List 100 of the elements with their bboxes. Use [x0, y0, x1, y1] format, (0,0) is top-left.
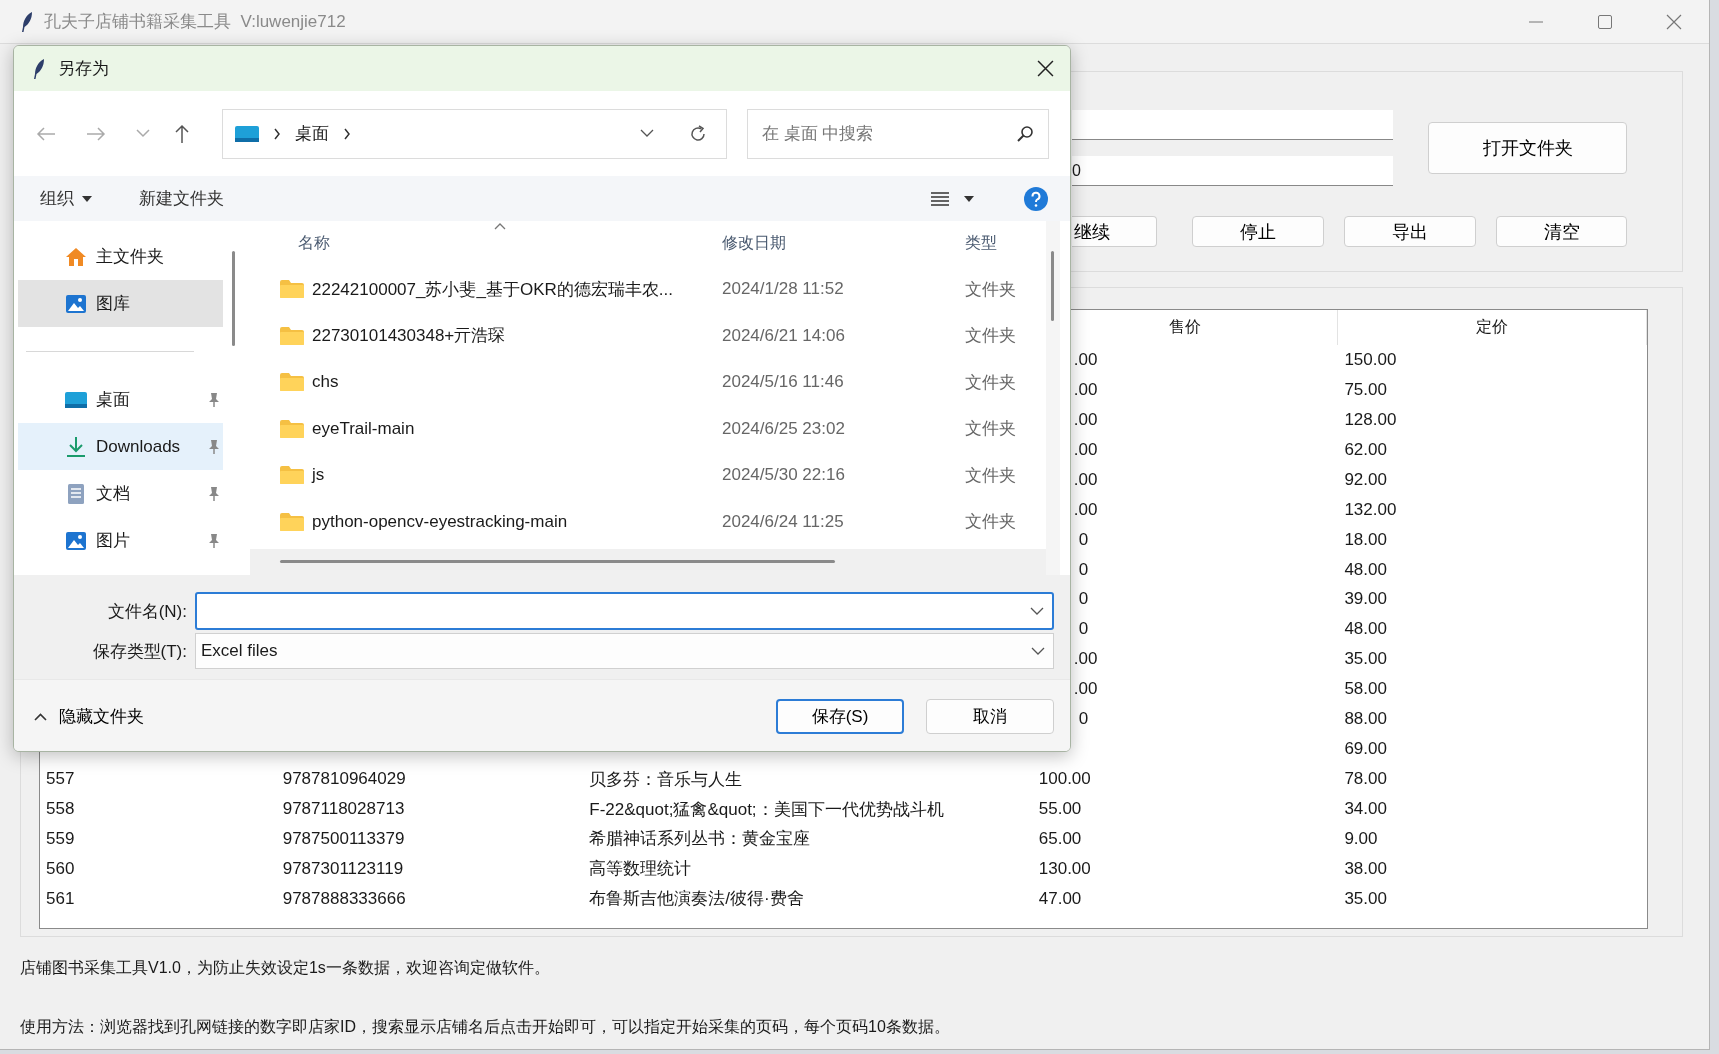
table-cell: 62.00	[1344, 439, 1387, 460]
pin-icon[interactable]	[207, 438, 221, 455]
house-icon	[65, 245, 87, 268]
table-cell: 48.00	[1344, 559, 1387, 580]
save-button[interactable]: 保存(S)	[776, 699, 904, 734]
table-cell: .00	[1073, 409, 1098, 430]
file-row[interactable]: js 2024/5/30 22:16 文件夹	[250, 452, 1046, 499]
table-cell: 39.00	[1344, 589, 1387, 610]
dropdown-triangle-icon[interactable]	[964, 195, 974, 202]
sidebar-item[interactable]: 图片	[18, 517, 223, 564]
sidebar-item[interactable]: Downloads	[18, 423, 223, 470]
table-cell: 18.00	[1344, 529, 1387, 550]
table-cell: 9.00	[1344, 828, 1378, 849]
pin-icon[interactable]	[207, 391, 221, 408]
action-button[interactable]: 清空	[1496, 216, 1627, 247]
sidebar-item[interactable]: 文档	[18, 470, 223, 517]
picture-icon	[65, 529, 87, 552]
table-cell: 130.00	[1038, 858, 1091, 879]
table-cell: 128.00	[1344, 409, 1397, 430]
action-button[interactable]: 导出	[1344, 216, 1476, 247]
column-header[interactable]: 名称	[298, 233, 330, 254]
file-row[interactable]: python-opencv-eyestracking-main 2024/6/24 11:25 文件夹	[250, 498, 1046, 545]
view-list-icon[interactable]	[931, 191, 949, 206]
file-row[interactable]: 22242100007_苏小斐_基于OKR的德宏瑞丰农... 2024/1/28 11:52 文件夹	[250, 266, 1046, 313]
folder-icon	[280, 279, 304, 300]
table-cell: 132.00	[1344, 499, 1397, 520]
column-header[interactable]: 售价	[1169, 317, 1202, 338]
dialog-title: 另存为	[58, 58, 109, 80]
dropdown-triangle-icon	[82, 195, 92, 202]
field-label: 保存类型(T):	[91, 640, 188, 663]
pin-icon[interactable]	[207, 532, 221, 549]
search-field[interactable]: 在 桌面 中搜索	[747, 108, 1049, 159]
scrollbar[interactable]	[1046, 221, 1060, 575]
open-folder-button[interactable]: 打开文件夹	[1428, 122, 1627, 174]
input-field[interactable]	[1072, 110, 1393, 140]
table-cell: 0	[1078, 559, 1089, 580]
table-cell: .00	[1073, 379, 1098, 400]
maximize-icon[interactable]	[1597, 13, 1613, 30]
table-cell: 0	[1078, 619, 1089, 640]
close-icon[interactable]	[1037, 60, 1054, 77]
column-header[interactable]: 修改日期	[722, 233, 786, 254]
table-cell: 35.00	[1344, 888, 1387, 909]
table-cell: .00	[1073, 499, 1098, 520]
download-icon	[65, 435, 87, 458]
table-cell: 65.00	[1038, 828, 1082, 849]
table-cell: 559	[46, 828, 75, 849]
input-field[interactable]: 0	[1072, 156, 1393, 186]
picture-icon	[65, 292, 87, 315]
table-cell: 35.00	[1344, 649, 1387, 670]
table-cell: 0	[1078, 589, 1089, 610]
refresh-icon[interactable]	[688, 123, 708, 144]
cancel-button[interactable]: 取消	[926, 699, 1054, 734]
folder-icon	[280, 511, 304, 532]
hide-folders-toggle[interactable]: 隐藏文件夹	[34, 705, 144, 728]
folder-icon	[280, 465, 304, 486]
pin-icon[interactable]	[207, 485, 221, 502]
table-cell: 560	[46, 858, 75, 879]
feather-icon	[32, 57, 46, 80]
action-button[interactable]: 停止	[1192, 216, 1324, 247]
sidebar-item[interactable]: 图库	[18, 280, 223, 327]
forward-arrow-icon[interactable]	[86, 125, 106, 142]
column-header[interactable]: 类型	[965, 233, 997, 254]
note-text: 使用方法：浏览器找到孔网链接的数字即店家ID，搜索显示店铺名后点击开始即可，可以指定开始采集的页码，每个页码10条数据。	[20, 1017, 951, 1037]
table-cell: .00	[1073, 439, 1098, 460]
table-cell: 557	[46, 769, 75, 790]
sidebar-item[interactable]: 主文件夹	[18, 233, 223, 280]
help-icon[interactable]	[1024, 186, 1048, 211]
file-row[interactable]: chs 2024/5/16 11:46 文件夹	[250, 359, 1046, 406]
filename-field[interactable]	[195, 592, 1054, 630]
new-folder-button[interactable]: 新建文件夹	[139, 187, 224, 210]
scrollbar[interactable]	[250, 549, 1046, 575]
table-cell: .00	[1073, 349, 1098, 370]
table-cell: 75.00	[1344, 379, 1387, 400]
table-cell: .00	[1073, 679, 1098, 700]
organize-menu[interactable]: 组织	[40, 187, 92, 210]
feather-icon	[20, 10, 34, 33]
back-arrow-icon[interactable]	[36, 125, 56, 142]
chevron-right-icon	[343, 127, 351, 140]
table-cell-text: F-22&quot;猛禽&quot;：美国下一代优势战斗机	[589, 798, 944, 821]
file-row[interactable]: 22730101430348+亓浩琛 2024/6/21 14:06 文件夹	[250, 312, 1046, 359]
table-cell: .00	[1073, 469, 1098, 490]
file-type-dropdown[interactable]: Excel files	[195, 633, 1054, 669]
chevron-down-icon	[1031, 646, 1045, 656]
table-cell: 69.00	[1344, 739, 1387, 760]
table-cell-text: 希腊神话系列丛书：黄金宝座	[589, 828, 811, 851]
up-arrow-icon[interactable]	[174, 123, 190, 144]
sidebar-item[interactable]: 桌面	[18, 376, 223, 423]
table-cell: 561	[46, 888, 75, 909]
table-cell: 150.00	[1344, 349, 1397, 370]
address-bar[interactable]: 桌面	[222, 108, 727, 159]
column-header[interactable]: 定价	[1476, 317, 1509, 338]
file-row[interactable]: eyeTrail-main 2024/6/25 23:02 文件夹	[250, 405, 1046, 452]
search-icon	[1016, 124, 1034, 143]
folder-icon	[280, 325, 304, 346]
action-button[interactable]: 继续	[1072, 216, 1157, 247]
breadcrumb[interactable]: 桌面	[295, 122, 329, 145]
table-cell: 78.00	[1344, 769, 1387, 790]
folder-icon	[280, 372, 304, 393]
chevron-down-icon[interactable]	[640, 129, 654, 138]
table-cell: 34.00	[1344, 799, 1387, 820]
